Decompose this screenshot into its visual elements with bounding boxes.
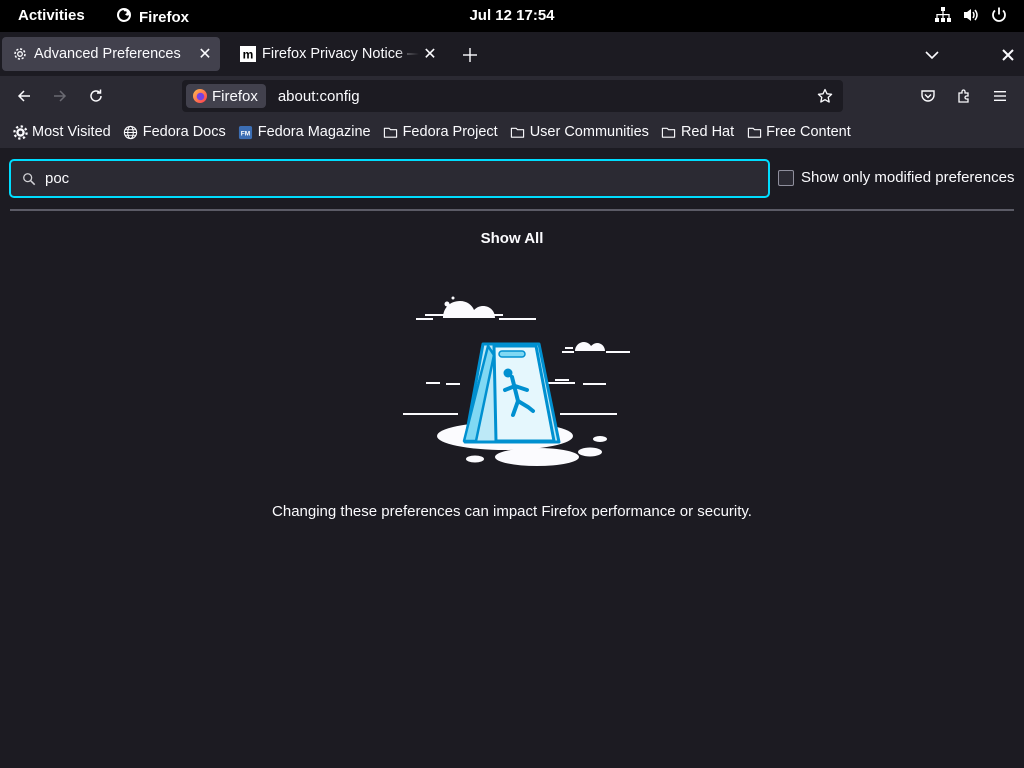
volume-icon — [962, 6, 980, 24]
bookmarks-toolbar: Most Visited Fedora Docs FM Fedora Magaz… — [0, 116, 1024, 148]
folder-icon — [510, 124, 526, 140]
folder-icon — [746, 124, 762, 140]
bookmark-label: Fedora Magazine — [257, 124, 371, 140]
show-all-button[interactable]: Show All — [481, 230, 544, 247]
close-tab-button[interactable]: ✕ — [194, 43, 216, 65]
pocket-icon — [921, 90, 935, 102]
bookmark-label: Fedora Docs — [142, 124, 226, 140]
network-icon — [934, 6, 952, 24]
pocket-button[interactable] — [916, 84, 940, 108]
new-tab-button[interactable] — [458, 43, 482, 67]
about-config-page: Show only modified preferences Show All — [0, 148, 1024, 768]
app-name: Firefox — [139, 8, 190, 26]
app-menu-button[interactable] — [988, 84, 1012, 108]
bookmark-user-communities[interactable]: User Communities — [510, 124, 649, 140]
show-modified-label: Show only modified preferences — [801, 169, 1015, 186]
app-menu[interactable]: Firefox — [116, 7, 189, 27]
reload-button[interactable] — [84, 84, 108, 108]
mozilla-m-icon: m — [240, 46, 256, 62]
firefox-logo-icon — [193, 89, 207, 103]
close-tab-button[interactable]: ✕ — [419, 43, 441, 65]
bookmark-red-hat[interactable]: Red Hat — [661, 124, 734, 140]
tab-title: Advanced Preferences — [34, 46, 181, 62]
system-tray[interactable] — [934, 6, 1008, 24]
bookmark-label: Red Hat — [680, 124, 735, 140]
caution-sign-illustration — [403, 296, 630, 466]
bookmark-fedora-project[interactable]: Fedora Project — [383, 124, 498, 140]
bookmark-most-visited[interactable]: Most Visited — [12, 124, 111, 140]
identity-label: Firefox — [212, 87, 258, 105]
bookmark-free-content[interactable]: Free Content — [746, 124, 851, 140]
gear-icon — [12, 124, 28, 140]
back-arrow-icon — [17, 90, 30, 102]
tab-advanced-preferences[interactable]: Advanced Preferences ✕ — [2, 37, 220, 71]
extensions-button[interactable] — [952, 84, 976, 108]
back-button[interactable] — [12, 84, 36, 108]
tab-firefox-privacy-notice[interactable]: m Firefox Privacy Notice — Mozilla ✕ — [230, 37, 445, 71]
firefox-app-icon — [116, 7, 132, 27]
bookmark-label: Free Content — [766, 124, 851, 140]
search-icon — [19, 169, 39, 189]
bookmark-fedora-docs[interactable]: Fedora Docs — [123, 124, 226, 140]
chevron-down-icon — [925, 51, 939, 60]
forward-arrow-icon — [54, 90, 67, 102]
navigation-toolbar: Firefox about:config — [0, 76, 1024, 116]
bookmark-label: Most Visited — [32, 124, 111, 140]
reload-icon — [90, 89, 102, 102]
warning-text: Changing these preferences can impact Fi… — [272, 503, 752, 520]
svg-text:m: m — [243, 48, 254, 62]
tab-title: Firefox Privacy Notice — Mozilla — [262, 46, 419, 62]
gear-icon — [12, 46, 28, 62]
identity-box[interactable]: Firefox — [186, 84, 266, 108]
plus-icon — [463, 48, 477, 62]
clock[interactable]: Jul 12 17:54 — [469, 7, 554, 24]
url-bar[interactable]: Firefox about:config — [182, 80, 843, 112]
bookmark-label: User Communities — [529, 124, 649, 140]
power-icon — [990, 6, 1008, 24]
url-text[interactable]: about:config — [278, 88, 813, 105]
preference-search-box[interactable] — [9, 159, 770, 198]
show-modified-toggle[interactable]: Show only modified preferences — [778, 169, 1014, 186]
folder-icon — [661, 124, 677, 140]
activities-button[interactable]: Activities — [18, 7, 85, 24]
puzzle-icon — [958, 89, 969, 103]
fedora-magazine-icon: FM — [238, 124, 254, 140]
show-modified-checkbox[interactable] — [778, 169, 794, 186]
bookmark-fedora-magazine[interactable]: FM Fedora Magazine — [238, 124, 371, 140]
divider — [10, 209, 1014, 211]
gnome-top-bar: Activities Firefox Jul 12 17:54 — [0, 0, 1024, 32]
forward-button[interactable] — [48, 84, 72, 108]
hamburger-icon — [994, 91, 1006, 101]
folder-icon — [383, 124, 399, 140]
list-all-tabs-button[interactable] — [920, 43, 944, 67]
globe-icon — [123, 124, 139, 140]
close-icon — [1002, 49, 1014, 61]
window-close-button[interactable] — [996, 43, 1020, 67]
svg-text:FM: FM — [241, 130, 251, 137]
bookmark-label: Fedora Project — [402, 124, 498, 140]
preference-search-input[interactable] — [45, 170, 725, 187]
star-icon — [817, 88, 833, 103]
bookmark-star-button[interactable] — [813, 84, 837, 108]
